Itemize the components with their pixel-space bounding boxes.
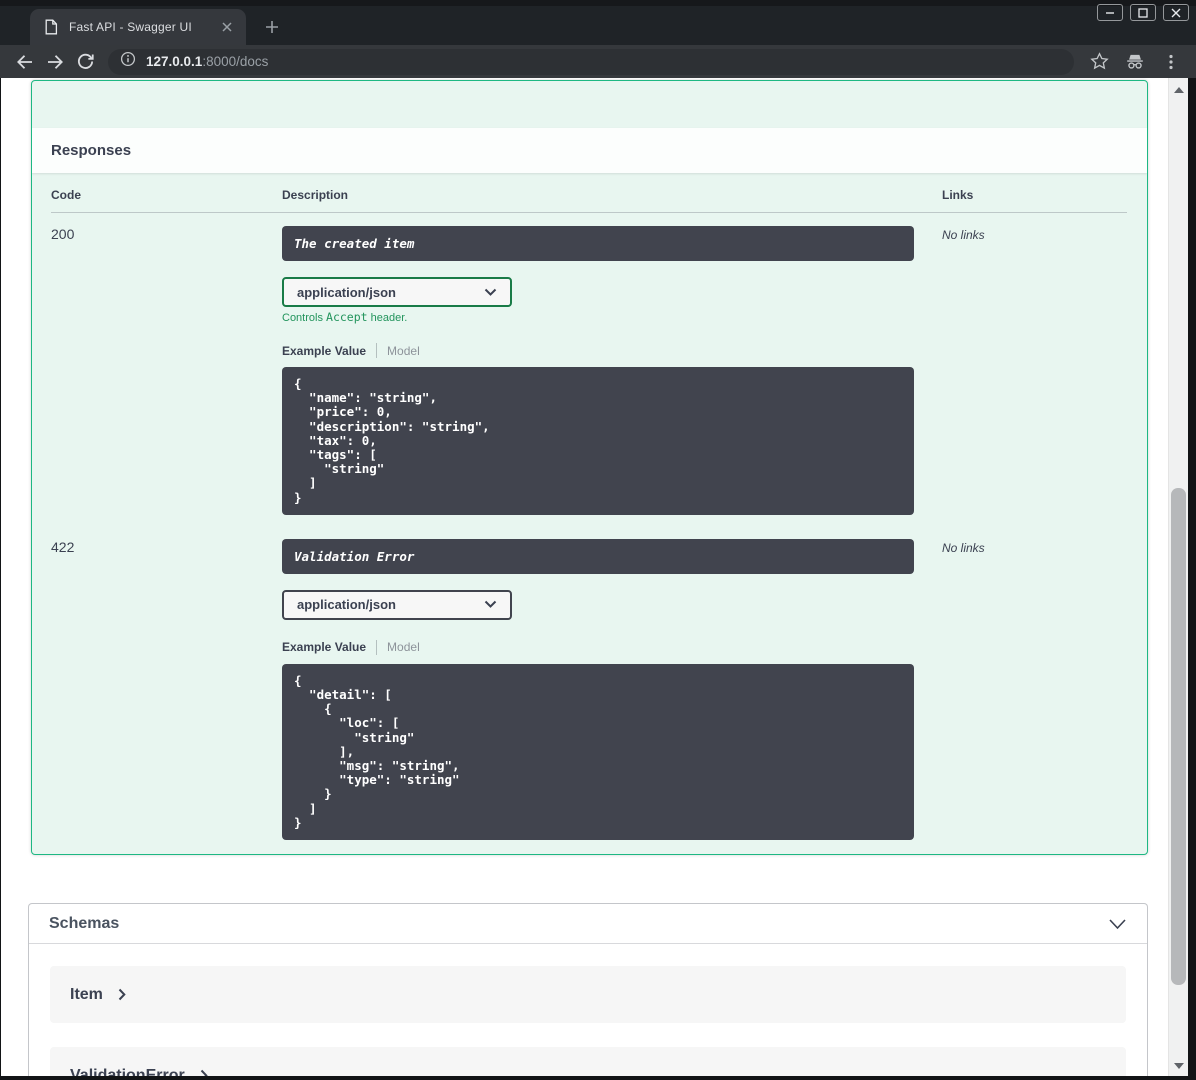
schema-name: ValidationError	[70, 1066, 185, 1077]
column-header-description: Description	[282, 173, 942, 213]
tab-title: Fast API - Swagger UI	[69, 20, 192, 34]
schemas-section: Schemas Item ValidationError	[28, 903, 1148, 1076]
response-description-text: The created item	[294, 236, 415, 251]
response-code: 200	[51, 226, 75, 242]
example-json-block: { "name": "string", "price": 0, "descrip…	[282, 367, 914, 515]
schema-item[interactable]: Item	[50, 966, 1126, 1023]
page-content: Responses Code Description Links 200 The…	[1, 78, 1188, 1076]
responses-table: Code Description Links 200 The created i…	[32, 173, 1147, 852]
response-row-200: 200 The created item application/json Co…	[51, 213, 1127, 527]
response-description-cell: Validation Error application/json Exampl…	[282, 527, 942, 852]
example-json-text: { "name": "string", "price": 0, "descrip…	[294, 376, 490, 505]
responses-table-head: Code Description Links	[51, 173, 1127, 213]
column-header-code: Code	[51, 173, 282, 213]
scroll-up-icon[interactable]	[1174, 87, 1184, 93]
bookmark-star-icon[interactable]	[1088, 51, 1110, 73]
reload-icon[interactable]	[70, 48, 100, 76]
accept-header-note: Controls Accept header.	[282, 310, 408, 324]
response-description-text: Validation Error	[294, 548, 415, 564]
scroll-down-icon[interactable]	[1174, 1063, 1184, 1069]
address-bar[interactable]: 127.0.0.1:8000/docs	[108, 48, 1074, 75]
new-tab-icon[interactable]	[259, 14, 285, 40]
window-maximize-icon[interactable]	[1130, 4, 1156, 21]
schemas-list: Item ValidationError	[29, 944, 1147, 1076]
media-type-value: application/json	[297, 284, 396, 300]
response-description-box: The created item	[282, 226, 914, 261]
column-header-links: Links	[942, 173, 1127, 213]
tab-divider	[376, 639, 378, 655]
url-host: 127.0.0.1	[146, 54, 203, 69]
response-links: No links	[942, 540, 985, 555]
vertical-scrollbar[interactable]	[1168, 78, 1188, 1076]
post-operation-block: Responses Code Description Links 200 The…	[31, 80, 1148, 855]
response-description-box: Validation Error	[282, 538, 914, 574]
response-row-422: 422 Validation Error application/json Ex…	[51, 527, 1127, 852]
url-path: :8000/docs	[202, 54, 269, 69]
example-json-text: { "detail": [ { "loc": [ "string" ], "ms…	[294, 672, 460, 830]
chevron-down-icon	[484, 288, 497, 296]
chevron-right-icon	[118, 988, 126, 1001]
toolbar-actions	[1088, 51, 1182, 73]
schema-name: Item	[70, 985, 103, 1003]
browser-toolbar: 127.0.0.1:8000/docs	[0, 45, 1196, 78]
site-info-icon[interactable]	[120, 51, 136, 72]
tab-example-value[interactable]: Example Value	[282, 640, 366, 654]
tab-example-value[interactable]: Example Value	[282, 344, 366, 358]
media-type-select[interactable]: application/json	[282, 589, 512, 620]
browser-tab[interactable]: Fast API - Swagger UI	[30, 9, 246, 45]
window-controls	[1097, 4, 1189, 21]
response-links: No links	[942, 228, 985, 242]
forward-icon[interactable]	[40, 48, 70, 76]
window-top-edge	[0, 0, 1196, 6]
schema-item[interactable]: ValidationError	[50, 1047, 1126, 1076]
response-code: 422	[51, 538, 75, 555]
opblock-body-top	[32, 81, 1147, 128]
chevron-down-icon	[1109, 918, 1126, 929]
window-minimize-icon[interactable]	[1097, 4, 1123, 21]
chevron-down-icon	[484, 601, 497, 609]
responses-section-header: Responses	[32, 128, 1147, 173]
scrollbar-thumb[interactable]	[1171, 488, 1186, 985]
example-model-tabs: Example Value Model	[282, 343, 942, 358]
back-icon[interactable]	[10, 48, 40, 76]
incognito-icon	[1124, 51, 1146, 73]
example-json-block: { "detail": [ { "loc": [ "string" ], "ms…	[282, 663, 914, 841]
schemas-title: Schemas	[49, 914, 120, 932]
response-description-cell: The created item application/json Contro…	[282, 213, 942, 527]
url-text: 127.0.0.1:8000/docs	[146, 54, 268, 69]
chevron-right-icon	[200, 1069, 208, 1076]
example-model-tabs: Example Value Model	[282, 639, 942, 655]
tab-model[interactable]: Model	[387, 640, 420, 654]
media-type-value: application/json	[297, 597, 396, 613]
browser-menu-icon[interactable]	[1160, 51, 1182, 73]
page-favicon-icon	[43, 19, 59, 35]
tab-close-icon[interactable]	[218, 18, 236, 36]
browser-window: Fast API - Swagger UI 127.0.0.1:8000/doc…	[0, 0, 1196, 1080]
tab-model[interactable]: Model	[387, 344, 420, 358]
window-close-icon[interactable]	[1163, 4, 1189, 21]
schemas-header[interactable]: Schemas	[29, 904, 1147, 944]
tab-divider	[376, 343, 378, 358]
responses-title: Responses	[51, 142, 132, 159]
titlebar: Fast API - Swagger UI	[0, 0, 1196, 45]
media-type-select[interactable]: application/json	[282, 277, 512, 307]
